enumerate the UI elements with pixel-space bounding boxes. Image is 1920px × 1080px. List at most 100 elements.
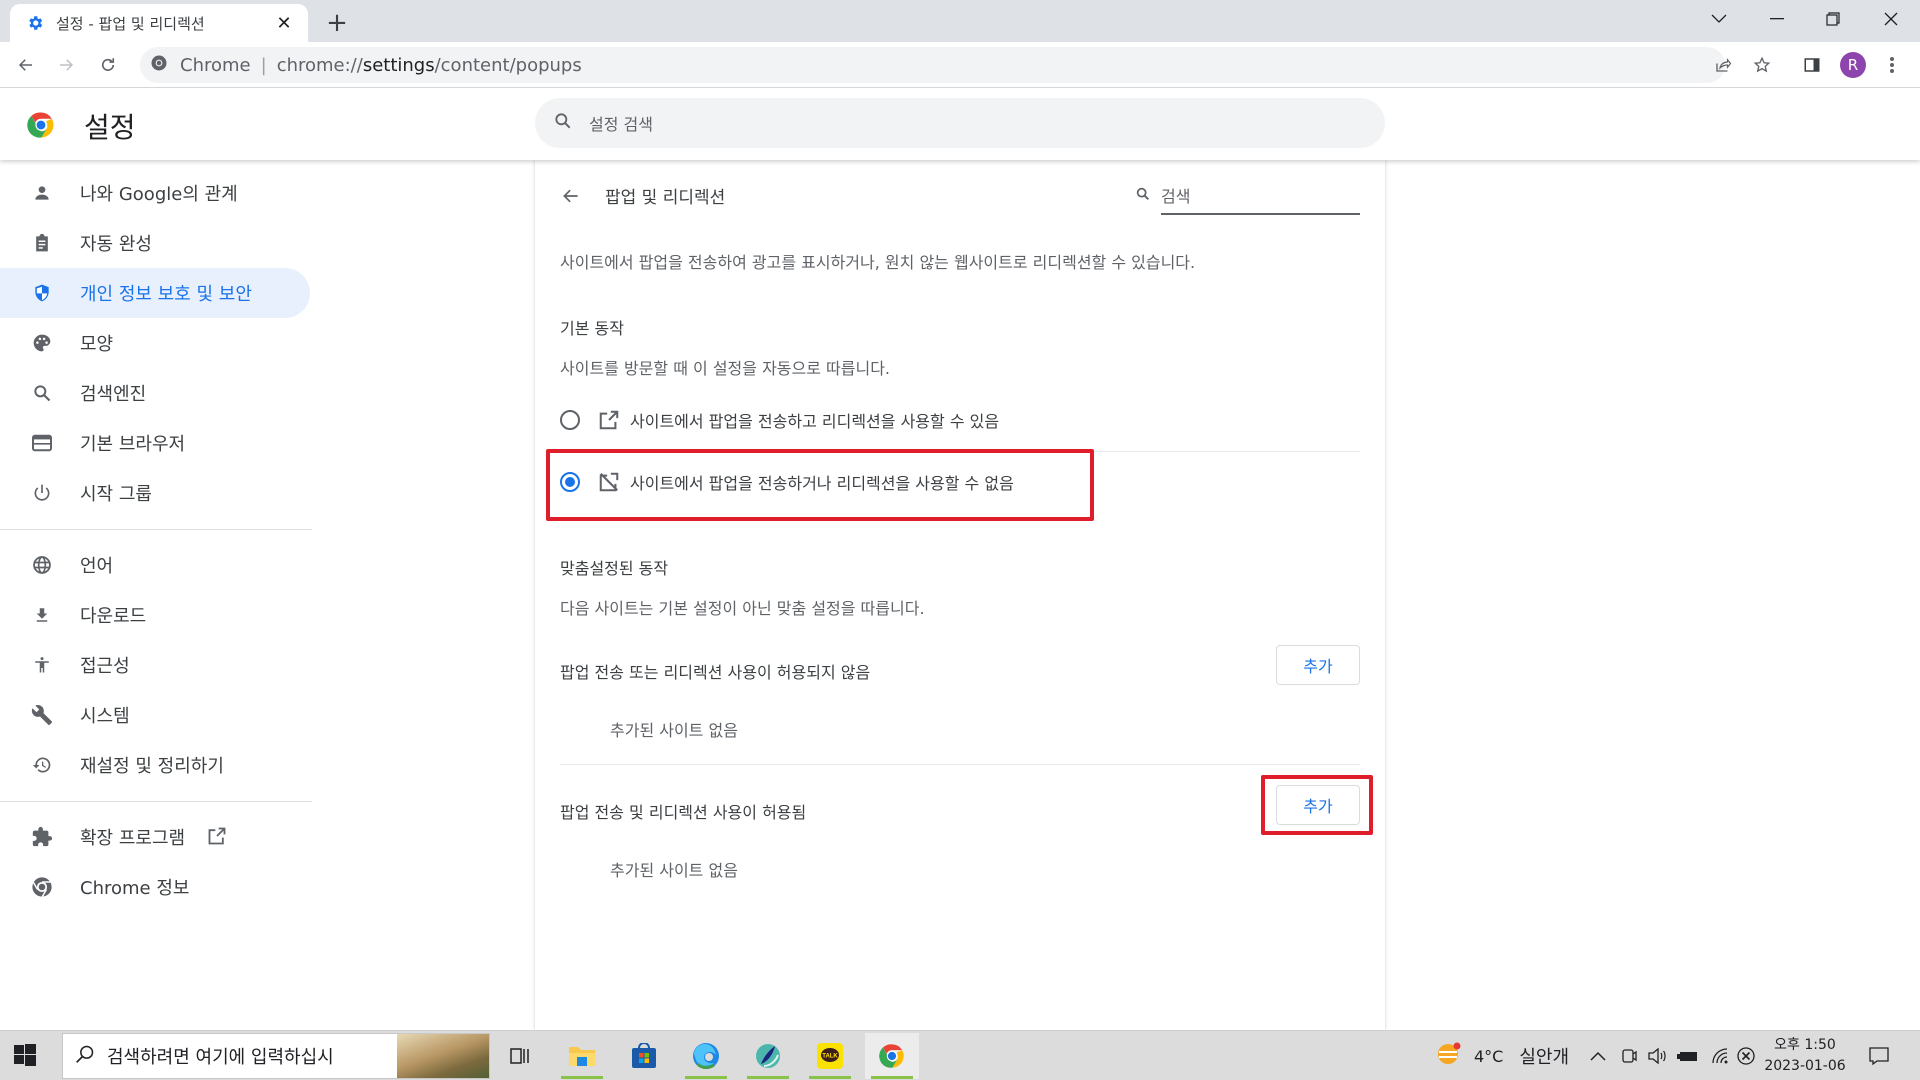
popups-settings-card: 팝업 및 리디렉션 검색 사이트에서 팝업을 전송하여 광고를 표시하거나, 원… <box>535 160 1385 1030</box>
tab-search-chevron-icon[interactable] <box>1694 0 1744 38</box>
close-window-icon[interactable] <box>1866 0 1916 38</box>
tab-strip: 설정 - 팝업 및 리디렉션 ✕ + <box>0 0 1920 42</box>
sidebar-item-appearance[interactable]: 모양 <box>0 318 310 368</box>
chrome-taskbar-icon[interactable] <box>865 1033 919 1079</box>
bookmark-star-icon[interactable] <box>1746 49 1778 81</box>
weather-temp: 4°C <box>1474 1046 1504 1066</box>
sidebar-item-extensions[interactable]: 확장 프로그램 <box>0 812 310 862</box>
subpage-title: 팝업 및 리디렉션 <box>605 188 726 208</box>
settings-header: 설정 설정 검색 <box>0 88 1920 160</box>
file-explorer-icon[interactable] <box>555 1033 609 1079</box>
share-icon[interactable] <box>1707 49 1739 81</box>
sidebar-item-reset[interactable]: 재설정 및 정리하기 <box>0 740 310 790</box>
back-icon[interactable] <box>10 49 42 81</box>
address-bar[interactable]: Chrome | chrome://settings/content/popup… <box>140 47 1725 83</box>
clipboard-icon <box>30 231 54 255</box>
browser-toolbar: Chrome | chrome://settings/content/popup… <box>0 42 1920 88</box>
custom-behavior-heading: 맞춤설정된 동작 <box>560 559 669 578</box>
blocked-list-label: 팝업 전송 또는 리디렉션 사용이 허용되지 않음 <box>560 663 871 682</box>
open-in-new-icon <box>207 826 229 848</box>
subpage-search-placeholder: 검색 <box>1161 183 1360 215</box>
close-tab-icon[interactable]: ✕ <box>274 13 294 34</box>
svg-text:TALK: TALK <box>822 1054 838 1060</box>
notification-center-icon[interactable] <box>1868 1031 1890 1080</box>
show-hidden-icons-chevron[interactable] <box>1590 1031 1606 1080</box>
wifi-icon[interactable] <box>1710 1031 1730 1080</box>
tab-settings[interactable]: 설정 - 팝업 및 리디렉션 ✕ <box>10 4 308 42</box>
chrome-icon <box>30 875 54 899</box>
sidebar-divider <box>0 801 312 802</box>
sidebar-item-you-and-google[interactable]: 나와 Google의 관계 <box>0 168 310 218</box>
sidebar-item-search-engine[interactable]: 검색엔진 <box>0 368 310 418</box>
meet-camera-icon[interactable] <box>1620 1031 1638 1080</box>
side-panel-icon[interactable] <box>1796 49 1828 81</box>
sidebar-item-autofill[interactable]: 자동 완성 <box>0 218 310 268</box>
forward-icon[interactable] <box>50 49 82 81</box>
row-separator <box>560 764 1360 765</box>
clock-date: 2023-01-06 <box>1764 1058 1846 1074</box>
weather-desc: 실안개 <box>1519 1047 1570 1068</box>
minimize-icon[interactable] <box>1752 0 1802 38</box>
sidebar-item-default-browser[interactable]: 기본 브라우저 <box>0 418 310 468</box>
browser-window-icon <box>30 431 54 455</box>
sidebar-item-system[interactable]: 시스템 <box>0 690 310 740</box>
taskbar-search-input[interactable]: 검색하려면 여기에 입력하십시 <box>62 1033 490 1079</box>
microsoft-store-icon[interactable] <box>617 1033 671 1079</box>
sidebar-divider <box>0 529 312 530</box>
search-icon <box>553 111 573 135</box>
profile-avatar[interactable]: R <box>1840 52 1866 78</box>
network-disconnected-icon[interactable] <box>1736 1031 1756 1080</box>
chrome-site-icon <box>150 54 168 77</box>
reload-icon[interactable] <box>92 49 124 81</box>
weather-widget[interactable]: 4°C 실안개 <box>1436 1031 1569 1080</box>
taskbar-search-placeholder: 검색하려면 여기에 입력하십시 <box>107 1047 334 1068</box>
back-arrow-icon[interactable] <box>557 182 585 210</box>
sidebar-item-privacy-security[interactable]: 개인 정보 보호 및 보안 <box>0 268 310 318</box>
wrench-icon <box>30 703 54 727</box>
person-icon <box>30 181 54 205</box>
restore-window-icon[interactable] <box>1808 0 1858 38</box>
system-clock[interactable]: 오후 1:50 2023-01-06 <box>1760 1035 1850 1077</box>
subpage-search-input[interactable]: 검색 <box>1135 180 1360 215</box>
battery-icon[interactable] <box>1677 1031 1699 1080</box>
omnibox-url: chrome://settings/content/popups <box>276 54 582 76</box>
weather-haze-icon <box>1436 1042 1462 1070</box>
palette-icon <box>30 331 54 355</box>
new-tab-button[interactable]: + <box>322 8 352 38</box>
chrome-logo-icon <box>26 110 56 140</box>
tab-title: 설정 - 팝업 및 리디렉션 <box>56 14 205 33</box>
radio-allow[interactable] <box>560 410 580 430</box>
omnibox-separator: | <box>260 54 267 76</box>
kakaotalk-icon[interactable]: TALK <box>803 1033 857 1079</box>
default-behavior-subtext: 사이트를 방문할 때 이 설정을 자동으로 따릅니다. <box>560 359 891 378</box>
shield-icon <box>30 281 54 305</box>
swirl-app-icon[interactable] <box>741 1033 795 1079</box>
radio-option-allow[interactable]: 사이트에서 팝업을 전송하고 리디렉션을 사용할 수 있음 <box>560 390 1360 450</box>
accessibility-icon <box>30 653 54 677</box>
gear-icon <box>26 14 44 32</box>
allowed-list-empty: 추가된 사이트 없음 <box>610 861 738 880</box>
sidebar-item-downloads[interactable]: 다운로드 <box>0 590 310 640</box>
omnibox-chip: Chrome <box>180 54 251 76</box>
settings-search-placeholder: 설정 검색 <box>589 115 653 134</box>
add-allowed-site-button[interactable]: 추가 <box>1276 785 1360 825</box>
allowed-list-label: 팝업 전송 및 리디렉션 사용이 허용됨 <box>560 803 807 822</box>
windows-start-icon[interactable] <box>14 1044 38 1068</box>
sidebar-item-about-chrome[interactable]: Chrome 정보 <box>0 862 310 912</box>
radio-block[interactable] <box>560 472 580 492</box>
volume-icon[interactable] <box>1647 1031 1667 1080</box>
more-menu-icon[interactable] <box>1876 49 1908 81</box>
edge-browser-icon[interactable] <box>679 1033 733 1079</box>
restore-icon <box>30 753 54 777</box>
sidebar-item-accessibility[interactable]: 접근성 <box>0 640 310 690</box>
add-blocked-site-button[interactable]: 추가 <box>1276 645 1360 685</box>
clock-time: 오후 1:50 <box>1774 1037 1836 1053</box>
popup-blocked-icon <box>598 471 620 493</box>
sidebar: 나와 Google의 관계 자동 완성 개인 정보 보호 및 보안 모양 검색엔… <box>0 160 320 1030</box>
task-view-icon[interactable] <box>493 1033 547 1079</box>
settings-search-input[interactable]: 설정 검색 <box>535 98 1385 148</box>
sidebar-item-languages[interactable]: 언어 <box>0 540 310 590</box>
open-in-new-icon <box>598 409 620 431</box>
sidebar-item-on-startup[interactable]: 시작 그룹 <box>0 468 310 518</box>
radio-option-block[interactable]: 사이트에서 팝업을 전송하거나 리디렉션을 사용할 수 없음 <box>560 452 1360 512</box>
